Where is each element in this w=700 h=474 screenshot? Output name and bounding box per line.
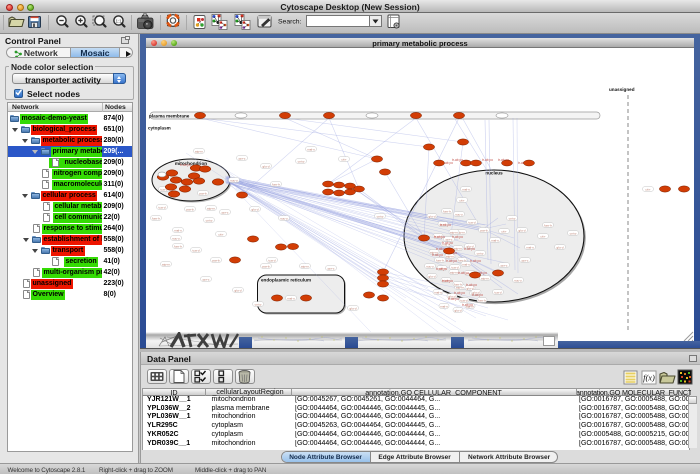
svg-text:mal-s: mal-s (491, 238, 499, 242)
svg-text:glu-d: glu-d (252, 207, 259, 211)
svg-text:suc-o: suc-o (280, 216, 288, 220)
svg-text:oxi-p: oxi-p (477, 251, 484, 255)
svg-text:cit-r: cit-r (645, 187, 650, 191)
svg-text:tr-ab po: tr-ab po (432, 253, 443, 257)
svg-text:mal-s: mal-s (462, 187, 470, 191)
svg-text:nucleus: nucleus (485, 171, 503, 176)
svg-text:mal-s: mal-s (174, 228, 182, 232)
svg-text:tr-ab po: tr-ab po (482, 158, 493, 162)
svg-text:suc-o: suc-o (230, 178, 238, 182)
svg-text:Search:: Search: (278, 18, 302, 25)
svg-text:tr-ab po: tr-ab po (466, 283, 477, 287)
svg-text:oxi-p: oxi-p (509, 216, 516, 220)
svg-text:1:1: 1:1 (116, 18, 122, 23)
svg-text:fum-h: fum-h (443, 209, 451, 213)
svg-text:glu-d: glu-d (519, 228, 526, 232)
svg-text:tr-ab po: tr-ab po (464, 247, 475, 251)
svg-text:pyr-c: pyr-c (328, 266, 335, 270)
svg-text:tca-d: tca-d (495, 290, 502, 294)
svg-text:oxi-p: oxi-p (298, 159, 305, 163)
svg-text:oxi-p: oxi-p (570, 231, 577, 235)
svg-text:atp-m: atp-m (481, 276, 489, 280)
svg-text:tr-ab po: tr-ab po (472, 293, 483, 297)
svg-text:tr-ab po: tr-ab po (454, 291, 465, 295)
svg-text:tr-ab po: tr-ab po (180, 163, 191, 167)
svg-text:glu-d: glu-d (350, 306, 357, 310)
svg-text:cytoplasm: cytoplasm (148, 126, 171, 131)
svg-text:fum-h: fum-h (544, 223, 552, 227)
svg-text:tr-ab po: tr-ab po (470, 259, 481, 263)
svg-text:atp-m: atp-m (195, 149, 203, 153)
svg-text:tr-ab po: tr-ab po (440, 223, 451, 227)
svg-text:tca-d: tca-d (469, 220, 476, 224)
svg-text:mal-s: mal-s (434, 290, 442, 294)
svg-text:tr-ab po: tr-ab po (436, 267, 447, 271)
svg-text:f(x): f(x) (643, 373, 655, 383)
svg-text:par-b: par-b (186, 207, 194, 211)
svg-text:mal-s: mal-s (287, 296, 295, 300)
svg-text:atp-m: atp-m (454, 246, 462, 250)
svg-text:fum-h: fum-h (174, 244, 182, 248)
svg-text:cit-r: cit-r (459, 198, 464, 202)
svg-text:pyr-c: pyr-c (203, 277, 210, 281)
svg-text:tr-ab po: tr-ab po (448, 297, 459, 301)
svg-text:plasma membrane: plasma membrane (149, 114, 190, 119)
svg-text:tca-d: tca-d (159, 205, 166, 209)
svg-text:mal-s: mal-s (440, 304, 448, 308)
svg-text:unassigned: unassigned (609, 87, 635, 92)
svg-text:glu-d: glu-d (429, 214, 436, 218)
svg-text:cit-r: cit-r (218, 232, 223, 236)
svg-text:suc-o: suc-o (172, 236, 180, 240)
svg-text:fum-h: fum-h (272, 182, 280, 186)
svg-text:tca-d: tca-d (452, 265, 459, 269)
svg-text:atp-m: atp-m (301, 264, 309, 268)
svg-text:fum-h: fum-h (152, 216, 160, 220)
svg-text:suc-o: suc-o (455, 212, 463, 216)
svg-text:glu-d: glu-d (263, 164, 270, 168)
svg-text:cit-r: cit-r (341, 157, 346, 161)
svg-text:oxi-p: oxi-p (206, 218, 213, 222)
svg-text:glu-d: glu-d (429, 274, 436, 278)
svg-text:atp-m: atp-m (450, 230, 458, 234)
svg-text:oxi-p: oxi-p (255, 302, 262, 306)
svg-text:atp-m: atp-m (207, 206, 215, 210)
svg-text:fum-h: fum-h (478, 298, 486, 302)
svg-text:mal-s: mal-s (307, 147, 315, 151)
svg-text:fum-h: fum-h (436, 258, 444, 262)
svg-text:par-b: par-b (212, 258, 220, 262)
svg-text:pyr-c: pyr-c (501, 263, 508, 267)
svg-text:tr-ab po: tr-ab po (446, 259, 457, 263)
svg-text:suc-o: suc-o (514, 278, 522, 282)
svg-text:tr-ab po: tr-ab po (462, 303, 473, 307)
svg-text:tr-ab po: tr-ab po (442, 279, 453, 283)
svg-text:pyr-c: pyr-c (222, 210, 229, 214)
svg-text:fum-h: fum-h (454, 282, 462, 286)
svg-text:par-b: par-b (480, 228, 488, 232)
svg-text:par-b: par-b (262, 264, 270, 268)
svg-text:atp-m: atp-m (162, 262, 170, 266)
svg-text:cit-r: cit-r (501, 229, 506, 233)
svg-text:glu-d: glu-d (235, 288, 242, 292)
svg-text:cit-r: cit-r (540, 234, 545, 238)
svg-text:tca-d: tca-d (269, 258, 276, 262)
svg-text:oxi-p: oxi-p (377, 214, 384, 218)
svg-text:tca-d: tca-d (193, 248, 200, 252)
svg-text:tr-ab po: tr-ab po (434, 235, 445, 239)
svg-text:suc-o: suc-o (426, 264, 434, 268)
svg-text:tr-ab po: tr-ab po (452, 235, 463, 239)
svg-text:mal-s: mal-s (526, 245, 534, 249)
svg-text:tca-d: tca-d (461, 298, 468, 302)
svg-text:pyr-c: pyr-c (239, 156, 246, 160)
svg-text:par-b: par-b (199, 191, 207, 195)
svg-text:tr-ab po: tr-ab po (458, 271, 469, 275)
svg-text:glu-d: glu-d (557, 245, 564, 249)
svg-text:tr-ab po: tr-ab po (442, 241, 453, 245)
svg-text:pyr-c: pyr-c (522, 258, 529, 262)
svg-text:endoplasmic reticulum: endoplasmic reticulum (261, 278, 311, 283)
svg-text:glu-d: glu-d (455, 308, 462, 312)
